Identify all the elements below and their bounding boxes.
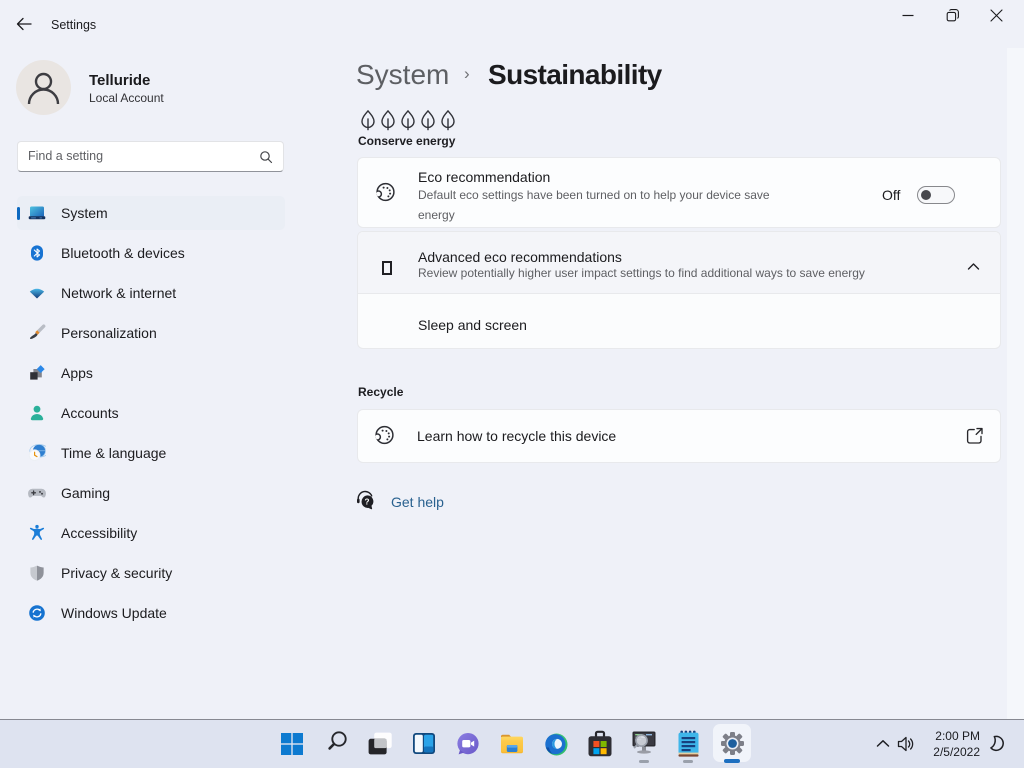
svg-text:?: ? (364, 497, 369, 506)
